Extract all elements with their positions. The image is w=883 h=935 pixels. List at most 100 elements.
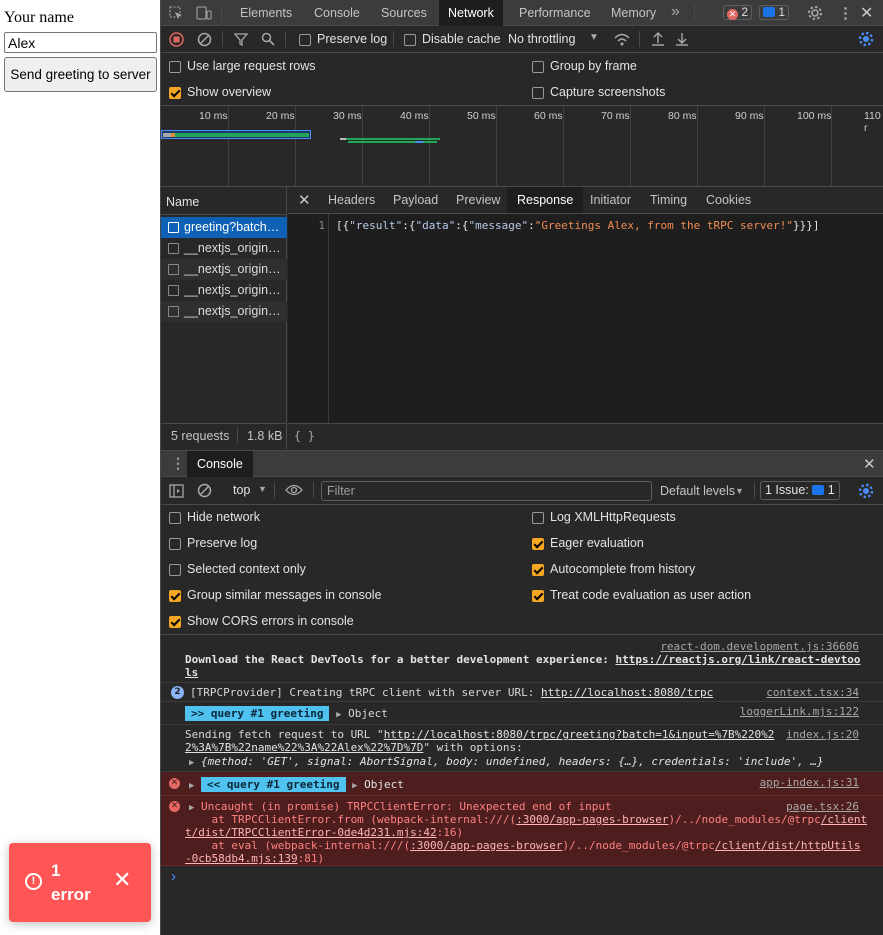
selected-context-checkbox[interactable] — [169, 564, 181, 576]
sidebar-toggle-icon[interactable] — [169, 484, 184, 498]
group-similar-checkbox[interactable] — [169, 590, 181, 602]
cors-errors-checkbox[interactable] — [169, 616, 181, 628]
autocomplete-label: Autocomplete from history — [550, 562, 696, 576]
tick-label: 50 ms — [467, 110, 496, 122]
network-toolbar: Preserve log Disable cache No throttling… — [161, 26, 883, 53]
tab-memory[interactable]: Memory — [602, 0, 665, 26]
filter-icon[interactable] — [234, 32, 248, 46]
tab-headers[interactable]: Headers — [318, 187, 385, 213]
close-devtools-icon[interactable]: ✕ — [860, 3, 873, 23]
log-levels-select[interactable]: Default levels — [660, 484, 735, 498]
issue-icon — [812, 485, 825, 495]
request-row[interactable]: greeting?batch… — [161, 217, 287, 238]
console-preserve-log-checkbox[interactable] — [169, 538, 181, 550]
capture-screenshots-checkbox[interactable] — [532, 87, 544, 99]
fetch-url-link[interactable]: http://localhost:8080/trpc/greeting?batc… — [384, 728, 775, 741]
tick-label: 110 r — [864, 110, 881, 134]
message-badge[interactable]: 1 — [759, 5, 790, 20]
console-prompt[interactable]: › — [171, 868, 176, 885]
clear-console-icon[interactable] — [197, 483, 212, 498]
capture-screenshots-label: Capture screenshots — [550, 85, 666, 99]
name-column-header[interactable]: Name — [166, 195, 199, 209]
context-select[interactable]: top — [233, 483, 250, 497]
more-options-icon[interactable]: ⋮ — [838, 4, 853, 22]
tab-response[interactable]: Response — [507, 187, 584, 213]
message-source-link[interactable]: page.tsx:26 — [786, 800, 859, 813]
network-overview[interactable]: 10 ms 20 ms 30 ms 40 ms 50 ms 60 ms 70 m… — [161, 106, 883, 187]
hide-network-checkbox[interactable] — [169, 512, 181, 524]
treat-user-action-checkbox[interactable] — [532, 590, 544, 602]
react-devtools-link[interactable]: https://reactjs.org/link/react-devtoo — [615, 653, 860, 666]
export-har-icon[interactable] — [675, 31, 689, 47]
record-stop-icon[interactable] — [169, 32, 184, 47]
name-input[interactable] — [4, 32, 157, 53]
console-message: 2 [TRPCProvider] Creating tRPC client wi… — [161, 683, 883, 702]
issues-button[interactable]: 1 Issue: 1 — [760, 481, 840, 500]
object-preview[interactable]: Object — [348, 707, 388, 720]
expand-triangle-icon[interactable]: ▶ — [189, 781, 194, 791]
request-row[interactable]: __nextjs_origin… — [161, 280, 287, 301]
message-source-link[interactable]: app-index.js:31 — [760, 776, 859, 789]
pretty-print-icon[interactable]: { } — [294, 429, 315, 443]
network-settings-gear-icon[interactable] — [858, 31, 874, 47]
expand-triangle-icon[interactable]: ▶ — [336, 710, 341, 720]
preserve-log-checkbox[interactable] — [299, 34, 311, 46]
server-url-link[interactable]: http://localhost:8080/trpc — [541, 686, 713, 699]
message-source-link[interactable]: react-dom.development.js:36606 — [660, 640, 859, 653]
expand-triangle-icon[interactable]: ▶ — [189, 758, 194, 768]
settings-gear-icon[interactable] — [807, 5, 823, 21]
request-row[interactable]: __nextjs_origin… — [161, 238, 287, 259]
response-body[interactable]: 1 [{"result":{"data":{"message":"Greetin… — [288, 214, 883, 423]
options-object[interactable]: {method: 'GET', signal: AbortSignal, bod… — [201, 755, 824, 768]
close-detail-icon[interactable]: ✕ — [298, 191, 311, 209]
import-har-icon[interactable] — [651, 31, 665, 47]
object-preview[interactable]: Object — [364, 778, 404, 791]
tab-network[interactable]: Network — [439, 0, 503, 26]
message-source-link[interactable]: index.js:20 — [786, 728, 859, 741]
console-settings-gear-icon[interactable] — [858, 483, 874, 499]
expand-triangle-icon[interactable]: ▶ — [189, 803, 194, 813]
error-badge[interactable]: ✕ 2 — [723, 5, 753, 20]
close-drawer-icon[interactable]: ✕ — [863, 455, 876, 473]
large-rows-checkbox[interactable] — [169, 61, 181, 73]
console-filter-input[interactable]: Filter — [321, 481, 652, 501]
request-row[interactable]: __nextjs_origin… — [161, 301, 287, 322]
eager-eval-checkbox[interactable] — [532, 538, 544, 550]
expand-triangle-icon[interactable]: ▶ — [352, 781, 357, 791]
live-expression-eye-icon[interactable] — [285, 484, 303, 496]
error-text: Uncaught (in promise) TRPCClientError: U… — [201, 800, 612, 813]
throttling-select[interactable]: No throttling — [508, 32, 575, 46]
send-greeting-button[interactable]: Send greeting to server — [4, 57, 157, 92]
tick-label: 70 ms — [601, 110, 630, 122]
more-tabs-icon[interactable]: » — [671, 3, 680, 21]
drawer-menu-icon[interactable]: ⋮ — [171, 455, 185, 472]
tab-cookies[interactable]: Cookies — [696, 187, 761, 213]
error-count: 1 — [51, 861, 61, 880]
group-similar-label: Group similar messages in console — [187, 588, 382, 602]
inspect-element-icon[interactable] — [169, 6, 183, 20]
message-source-link[interactable]: loggerLink.mjs:122 — [740, 705, 859, 718]
request-row[interactable]: __nextjs_origin… — [161, 259, 287, 280]
network-settings-pane: Use large request rows Group by frame Sh… — [161, 53, 883, 106]
drawer-tab-console[interactable]: Console — [187, 451, 253, 477]
network-conditions-icon[interactable] — [613, 32, 631, 47]
tab-elements[interactable]: Elements — [231, 0, 301, 26]
tab-console[interactable]: Console — [305, 0, 369, 26]
message-source-link[interactable]: context.tsx:34 — [766, 686, 859, 699]
tab-timing[interactable]: Timing — [640, 187, 697, 213]
tab-preview[interactable]: Preview — [446, 187, 510, 213]
disable-cache-checkbox[interactable] — [404, 34, 416, 46]
close-icon[interactable]: ✕ — [113, 869, 131, 891]
clear-icon[interactable] — [197, 32, 212, 47]
error-toast[interactable]: ! 1 error ✕ — [9, 843, 151, 922]
group-by-frame-checkbox[interactable] — [532, 61, 544, 73]
tab-initiator[interactable]: Initiator — [580, 187, 641, 213]
search-icon[interactable] — [261, 32, 275, 46]
log-xhr-checkbox[interactable] — [532, 512, 544, 524]
tab-payload[interactable]: Payload — [383, 187, 448, 213]
tab-sources[interactable]: Sources — [372, 0, 436, 26]
tab-performance[interactable]: Performance — [510, 0, 600, 26]
show-overview-checkbox[interactable] — [169, 87, 181, 99]
autocomplete-checkbox[interactable] — [532, 564, 544, 576]
device-toolbar-icon[interactable] — [196, 6, 212, 20]
